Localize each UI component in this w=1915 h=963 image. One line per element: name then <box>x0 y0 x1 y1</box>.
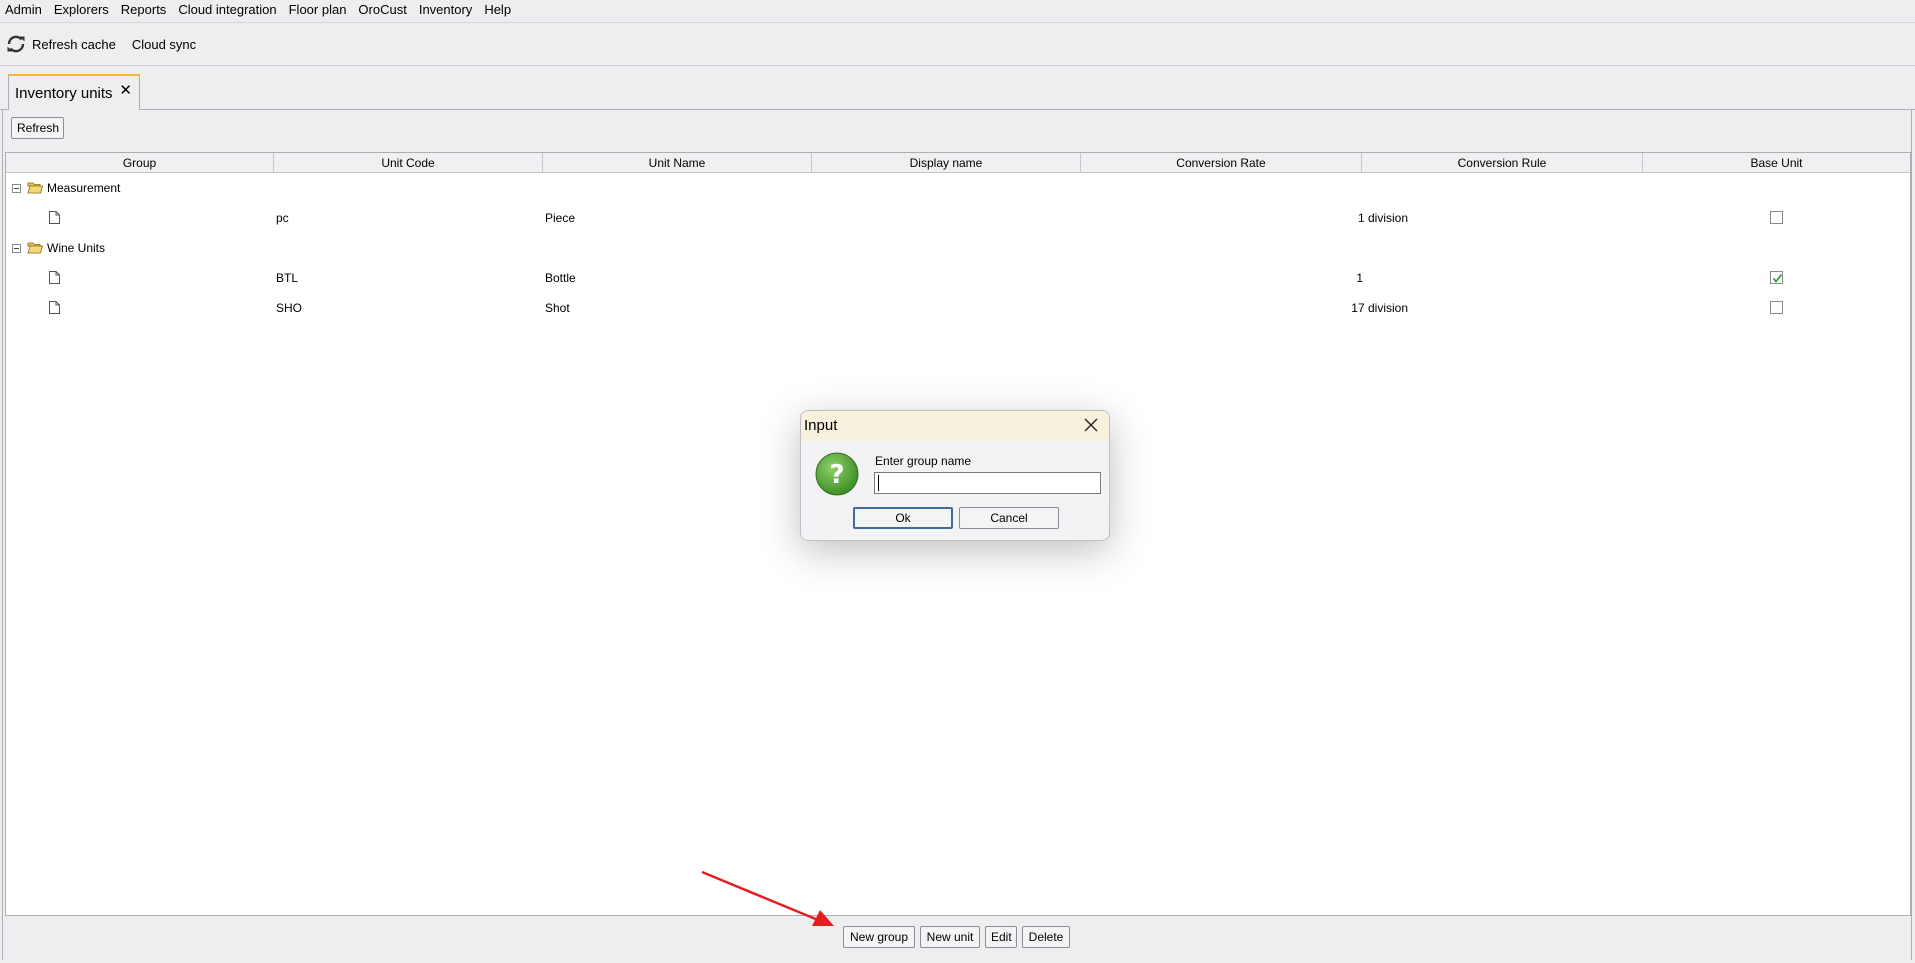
column-header-unit-name[interactable]: Unit Name <box>543 153 812 173</box>
menu-reports[interactable]: Reports <box>115 0 173 20</box>
base-unit-checkbox[interactable] <box>1770 301 1783 314</box>
base-unit-checkbox[interactable] <box>1770 211 1783 224</box>
folder-open-icon <box>27 182 43 194</box>
group-row-wine-units[interactable]: Wine Units <box>6 233 1910 263</box>
ok-button[interactable]: Ok <box>853 507 953 529</box>
column-header-conversion-rate[interactable]: Conversion Rate <box>1081 153 1362 173</box>
group-name-input[interactable] <box>874 472 1101 494</box>
group-name: Wine Units <box>47 241 106 255</box>
tab-inventory-units[interactable]: Inventory units ✕ <box>8 74 140 110</box>
collapse-icon[interactable] <box>12 184 21 193</box>
cloud-sync-button[interactable]: Cloud sync <box>122 28 202 60</box>
unit-name-cell: Piece <box>545 211 576 225</box>
delete-button[interactable]: Delete <box>1022 926 1070 948</box>
conversion-rate-cell: 1 division <box>1357 211 1408 225</box>
base-unit-checkbox[interactable] <box>1770 271 1783 284</box>
menu-help[interactable]: Help <box>478 0 517 20</box>
column-header-conversion-rule[interactable]: Conversion Rule <box>1362 153 1643 173</box>
document-icon <box>49 271 60 284</box>
svg-text:?: ? <box>829 460 844 490</box>
column-header-unit-code[interactable]: Unit Code <box>274 153 543 173</box>
menu-inventory[interactable]: Inventory <box>413 0 478 20</box>
menu-explorers[interactable]: Explorers <box>48 0 115 20</box>
prompt-label: Enter group name <box>875 454 972 468</box>
table-row[interactable]: BTL Bottle 1 <box>6 263 1910 293</box>
tab-close-icon[interactable]: ✕ <box>119 83 132 99</box>
edit-button[interactable]: Edit <box>985 926 1017 948</box>
menu-cloud-integration[interactable]: Cloud integration <box>172 0 282 20</box>
menu-floor-plan[interactable]: Floor plan <box>283 0 353 20</box>
cancel-button[interactable]: Cancel <box>959 507 1059 529</box>
unit-code-cell: pc <box>276 211 289 225</box>
unit-name-cell: Bottle <box>545 271 576 285</box>
conversion-rate-cell: 1 <box>1356 271 1363 285</box>
tab-label: Inventory units <box>15 84 113 102</box>
unit-name-cell: Shot <box>545 301 570 315</box>
question-icon: ? <box>815 452 859 496</box>
unit-code-cell: BTL <box>276 271 299 285</box>
refresh-button[interactable]: Refresh <box>11 117 64 139</box>
group-name: Measurement <box>47 181 121 195</box>
refresh-cache-button[interactable]: Refresh cache <box>3 28 122 60</box>
refresh-cache-label: Refresh cache <box>32 36 116 52</box>
table-header: Group Unit Code Unit Name Display name C… <box>6 153 1910 173</box>
column-header-base-unit[interactable]: Base Unit <box>1643 153 1910 173</box>
input-dialog: Input ? Enter group name Ok Cancel <box>800 410 1110 541</box>
column-header-display-name[interactable]: Display name <box>812 153 1081 173</box>
collapse-icon[interactable] <box>12 244 21 253</box>
menu-orocust[interactable]: OroCust <box>352 0 412 20</box>
checkmark-icon <box>1772 273 1783 283</box>
document-icon <box>49 211 60 224</box>
annotation-arrow-icon <box>701 870 834 926</box>
tab-strip: Inventory units ✕ <box>0 66 1915 110</box>
folder-open-icon <box>27 242 43 254</box>
table-row[interactable]: pc Piece 1 division <box>6 203 1910 233</box>
dialog-titlebar[interactable]: Input <box>801 411 1109 441</box>
text-caret <box>878 475 879 491</box>
document-icon <box>49 301 60 314</box>
group-row-measurement[interactable]: Measurement <box>6 173 1910 203</box>
conversion-rate-cell: 17 division <box>1351 301 1408 315</box>
menu-admin[interactable]: Admin <box>0 0 48 20</box>
cloud-sync-label: Cloud sync <box>131 36 197 52</box>
column-header-group[interactable]: Group <box>6 153 274 173</box>
new-group-button[interactable]: New group <box>843 926 915 948</box>
new-unit-button[interactable]: New unit <box>920 926 980 948</box>
close-icon[interactable] <box>1083 417 1099 433</box>
toolbar: Refresh cache Cloud sync <box>0 22 1915 66</box>
unit-code-cell: SHO <box>276 301 303 315</box>
table-row[interactable]: SHO Shot 17 division <box>6 293 1910 323</box>
menu-bar: Admin Explorers Reports Cloud integratio… <box>0 0 1915 20</box>
refresh-icon <box>7 35 25 53</box>
dialog-title: Input <box>804 417 838 434</box>
